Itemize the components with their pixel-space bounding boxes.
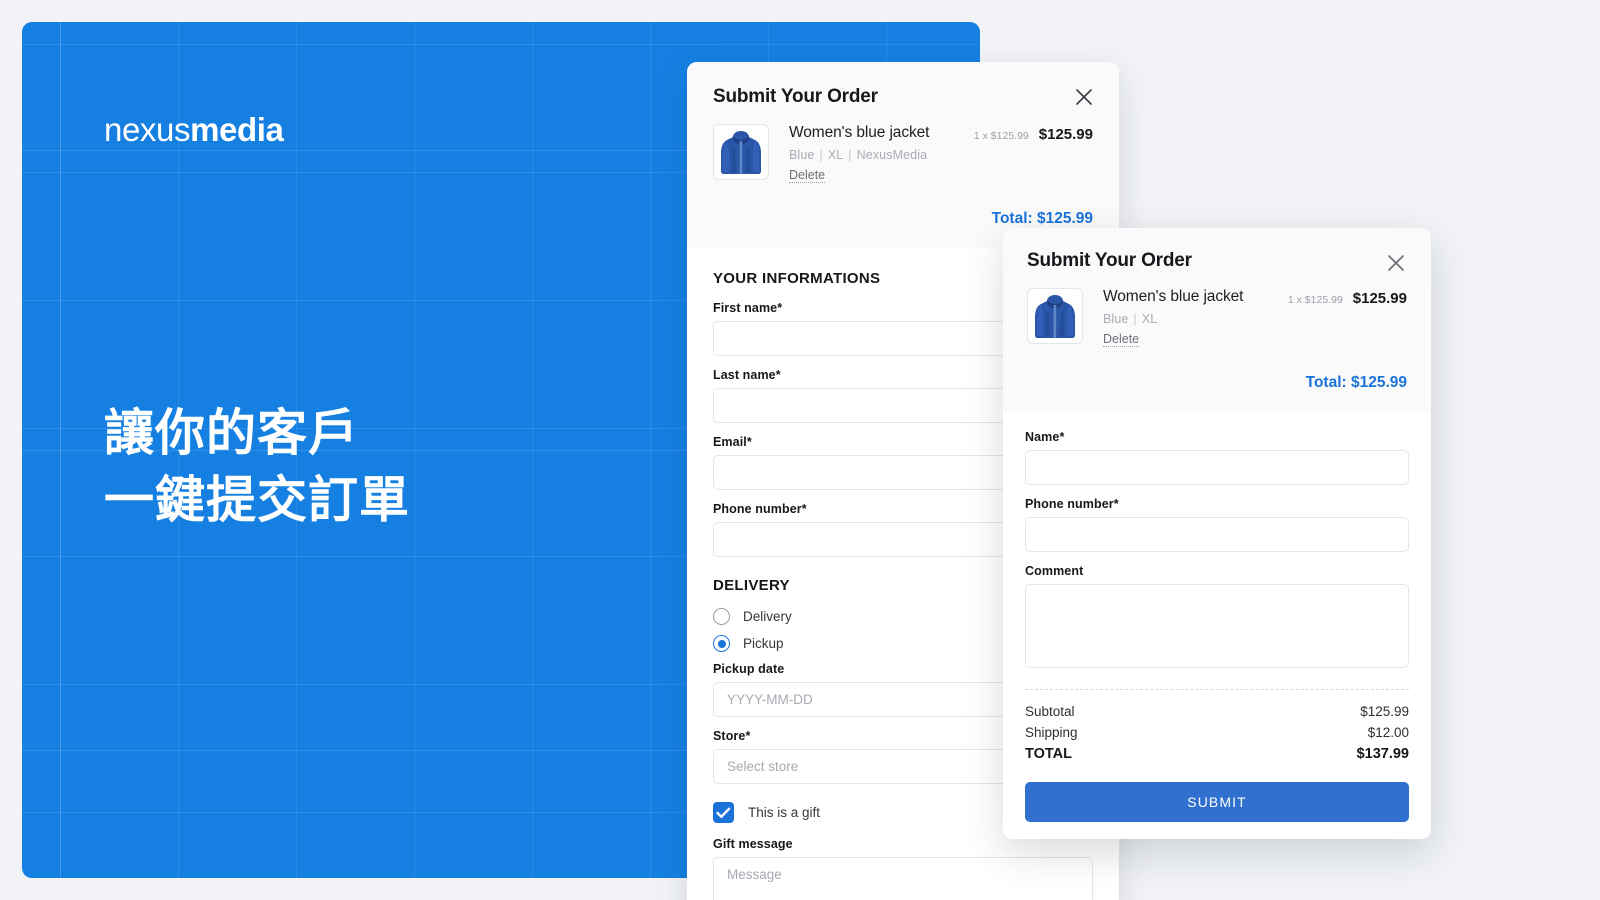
product-attributes: Blue | XL (1103, 312, 1288, 326)
product-attr-size: XL (1142, 312, 1158, 326)
brand-logo: nexusmedia (104, 112, 283, 148)
field-label: Gift message (713, 837, 1093, 851)
field-label: Name* (1025, 430, 1409, 444)
line-item-total: $125.99 (1353, 290, 1407, 307)
totals-row: Subtotal $125.99 (1025, 704, 1409, 719)
delete-item-link[interactable]: Delete (1103, 332, 1139, 347)
gift-checkbox-label: This is a gift (748, 805, 820, 820)
totals-row: Shipping $12.00 (1025, 725, 1409, 740)
radio-label: Delivery (743, 609, 792, 624)
delete-item-link[interactable]: Delete (789, 168, 825, 183)
cart-grand-total: Total: $125.99 (1027, 374, 1407, 392)
field-label: Comment (1025, 564, 1409, 578)
order-line-item-info: Women's blue jacket Blue | XL Delete (1103, 288, 1288, 348)
product-name: Women's blue jacket (1103, 288, 1288, 306)
product-name: Women's blue jacket (789, 124, 974, 142)
grand-total-amount: $137.99 (1357, 746, 1409, 762)
name-input[interactable] (1025, 450, 1409, 485)
modal-one-header: Submit Your Order (687, 62, 1119, 248)
product-attr-size: XL (828, 148, 844, 162)
totals-label: Subtotal (1025, 704, 1075, 719)
order-line-item-info: Women's blue jacket Blue | XL | NexusMedia D… (789, 124, 974, 184)
order-line-item-pricing: 1 x $125.99 $125.99 (974, 124, 1093, 143)
modal-one-title: Submit Your Order (713, 86, 1093, 108)
totals-label: Shipping (1025, 725, 1078, 740)
totals-row-grand: TOTAL $137.99 (1025, 746, 1409, 762)
modal-two-body: Name* Phone number* Comment Subtotal $12… (1003, 412, 1431, 822)
product-jacket-thumbnail[interactable] (1027, 288, 1083, 344)
logo-text-thin: nexus (104, 111, 190, 148)
totals-divider (1025, 689, 1409, 690)
product-attributes: Blue | XL | NexusMedia (789, 148, 974, 162)
submit-button[interactable]: SUBMIT (1025, 782, 1409, 822)
field-comment: Comment (1025, 564, 1409, 673)
order-line-item-pricing: 1 x $125.99 $125.99 (1288, 288, 1407, 307)
hero-headline-line-2: 一鍵提交訂單 (104, 467, 410, 534)
hero-headline-line-1: 讓你的客戶 (104, 400, 410, 467)
checkbox-checked-icon (713, 802, 734, 823)
product-jacket-thumbnail[interactable] (713, 124, 769, 180)
order-line-item: Women's blue jacket Blue | XL | NexusMedia D… (713, 124, 1093, 184)
hero-headline: 讓你的客戶 一鍵提交訂單 (104, 400, 410, 533)
gift-message-textarea[interactable] (713, 857, 1093, 900)
comment-textarea[interactable] (1025, 584, 1409, 668)
attr-separator: | (1133, 312, 1136, 326)
close-icon[interactable] (1071, 84, 1097, 110)
field-label: Phone number* (1025, 497, 1409, 511)
close-icon[interactable] (1383, 250, 1409, 276)
product-attr-color: Blue (1103, 312, 1128, 326)
screenshot-root: nexusmedia 讓你的客戶 一鍵提交訂單 Submit Your Orde… (0, 0, 1600, 900)
field-phone-number: Phone number* (1025, 497, 1409, 552)
product-attr-brand: NexusMedia (857, 148, 927, 162)
grand-total-label: TOTAL (1025, 746, 1072, 762)
field-gift-message: Gift message (713, 837, 1093, 900)
totals-amount: $125.99 (1360, 704, 1409, 719)
qty-times-price: 1 x $125.99 (1288, 294, 1343, 306)
phone-number-input[interactable] (1025, 517, 1409, 552)
radio-circle-selected-icon (713, 635, 730, 652)
totals-amount: $12.00 (1368, 725, 1409, 740)
attr-separator: | (819, 148, 822, 162)
attr-separator: | (848, 148, 851, 162)
line-item-total: $125.99 (1039, 126, 1093, 143)
radio-label: Pickup (743, 636, 784, 651)
cart-grand-total: Total: $125.99 (713, 210, 1093, 228)
qty-times-price: 1 x $125.99 (974, 130, 1029, 142)
modal-two-title: Submit Your Order (1027, 250, 1407, 272)
order-modal-secondary: Submit Your Order (1003, 228, 1431, 839)
logo-text-bold: media (190, 111, 283, 148)
modal-two-header: Submit Your Order (1003, 228, 1431, 412)
order-line-item: Women's blue jacket Blue | XL Delete 1 x $… (1027, 288, 1407, 348)
radio-circle-icon (713, 608, 730, 625)
field-name: Name* (1025, 430, 1409, 485)
product-attr-color: Blue (789, 148, 814, 162)
